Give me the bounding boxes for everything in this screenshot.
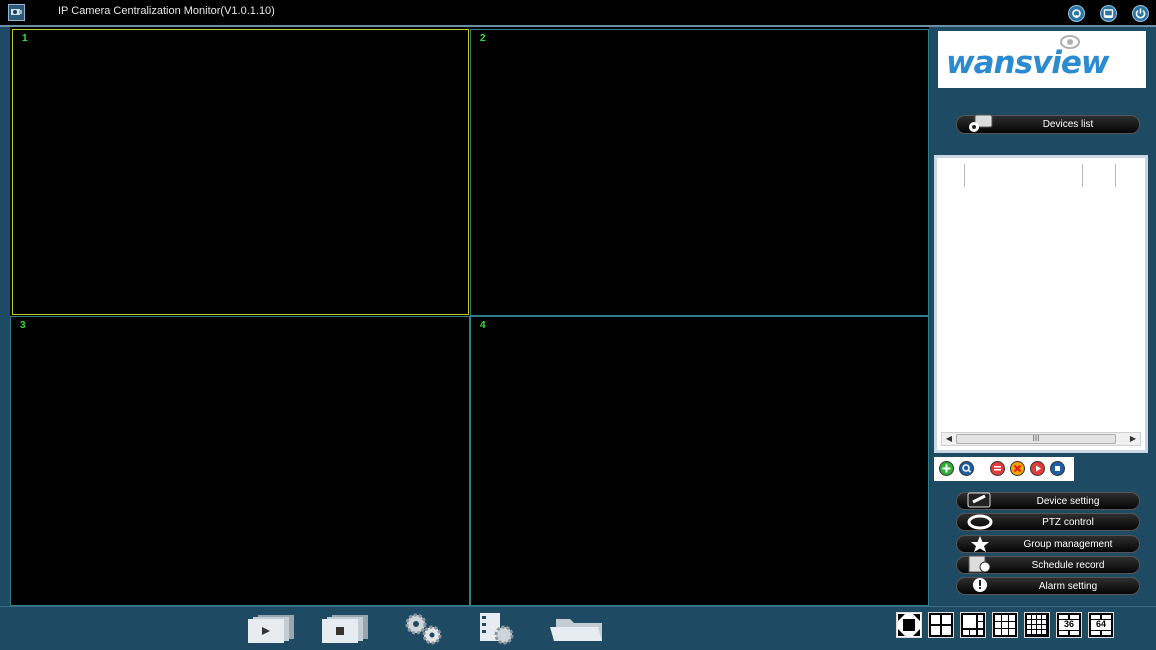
- scroll-left-icon[interactable]: ◀: [943, 433, 955, 445]
- ptz-icon: [967, 514, 993, 530]
- alarm-setting-label: Alarm setting: [1038, 581, 1098, 592]
- group-management-label: Group management: [1023, 539, 1113, 550]
- edit-device-icon[interactable]: [990, 461, 1005, 476]
- layout-36-label: 36: [1063, 619, 1074, 629]
- horizontal-scrollbar[interactable]: ◀ III ▶: [941, 432, 1141, 446]
- delete-device-icon[interactable]: [1010, 461, 1025, 476]
- settings-gears-icon[interactable]: [400, 611, 446, 645]
- star-icon: [971, 536, 989, 552]
- minimize-icon[interactable]: [1100, 5, 1117, 22]
- film-gear-icon: [968, 555, 991, 573]
- layout-64-label: 64: [1095, 619, 1106, 629]
- search-device-icon[interactable]: [959, 461, 974, 476]
- devices-list-label: Devices list: [1042, 119, 1094, 130]
- schedule-record-button[interactable]: Schedule record: [956, 555, 1140, 574]
- layout-6-icon[interactable]: [960, 612, 986, 638]
- right-panel: wansview Devices list ◀ III ▶ Device set…: [929, 27, 1156, 606]
- device-list-table[interactable]: ◀ III ▶: [934, 155, 1148, 453]
- ptz-control-button[interactable]: PTZ control: [956, 513, 1140, 531]
- power-icon[interactable]: [1132, 5, 1149, 22]
- alarm-icon: [973, 578, 987, 592]
- scroll-thumb[interactable]: III: [956, 434, 1116, 444]
- app-window: IP Camera Centralization Monitor(V1.0.1.…: [0, 0, 1156, 650]
- folder-icon[interactable]: [548, 615, 604, 643]
- video-pane-2[interactable]: 2: [470, 29, 929, 316]
- alarm-setting-button[interactable]: Alarm setting: [956, 577, 1140, 595]
- brand-logo: wansview: [938, 31, 1146, 88]
- stop-icon[interactable]: [1050, 461, 1065, 476]
- window-title: IP Camera Centralization Monitor(V1.0.1.…: [58, 5, 275, 17]
- pane-number: 3: [20, 320, 26, 331]
- layout-36-button[interactable]: 36: [1056, 612, 1082, 638]
- wrench-icon: [967, 492, 991, 508]
- pane-number: 2: [480, 33, 486, 44]
- logo-text: wansview: [946, 45, 1110, 81]
- stop-all-icon[interactable]: [320, 613, 372, 643]
- devices-list-icon: [969, 114, 993, 132]
- record-icon[interactable]: [476, 611, 520, 645]
- device-setting-label: Device setting: [1036, 496, 1100, 507]
- schedule-record-label: Schedule record: [1031, 560, 1105, 571]
- ptz-control-label: PTZ control: [1042, 517, 1094, 528]
- device-action-bar: [934, 457, 1074, 481]
- settings-icon[interactable]: [1068, 5, 1085, 22]
- layout-4-icon[interactable]: [928, 612, 954, 638]
- video-pane-4[interactable]: 4: [470, 316, 929, 606]
- app-icon: [8, 4, 25, 21]
- fullscreen-icon[interactable]: [896, 612, 922, 638]
- devices-list-button[interactable]: Devices list: [956, 114, 1140, 134]
- scroll-right-icon[interactable]: ▶: [1127, 433, 1139, 445]
- column-divider: [1082, 164, 1083, 187]
- layout-9-icon[interactable]: [992, 612, 1018, 638]
- device-setting-button[interactable]: Device setting: [956, 492, 1140, 510]
- video-pane-1[interactable]: 1: [12, 29, 469, 315]
- video-grid: 1 2 3 4: [10, 27, 929, 606]
- play-icon[interactable]: [1030, 461, 1045, 476]
- bottom-toolbar: 36 64: [0, 606, 1156, 650]
- play-all-icon[interactable]: [246, 613, 298, 643]
- pane-number: 1: [22, 33, 28, 44]
- layout-16-icon[interactable]: [1024, 612, 1050, 638]
- column-divider: [964, 164, 965, 187]
- column-divider: [1115, 164, 1116, 187]
- video-pane-3[interactable]: 3: [10, 316, 470, 606]
- title-bar: IP Camera Centralization Monitor(V1.0.1.…: [0, 0, 1156, 27]
- pane-number: 4: [480, 320, 486, 331]
- group-management-button[interactable]: Group management: [956, 535, 1140, 553]
- add-device-icon[interactable]: [939, 461, 954, 476]
- layout-64-button[interactable]: 64: [1088, 612, 1114, 638]
